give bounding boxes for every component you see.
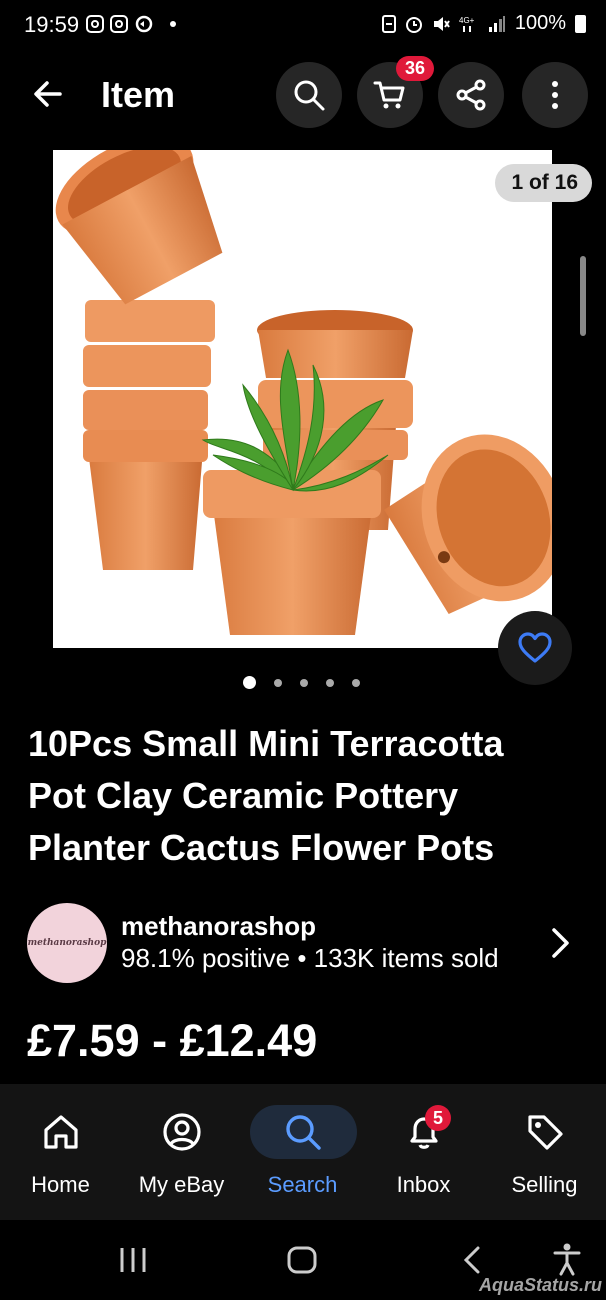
battery-percent: 100% — [514, 12, 566, 34]
seller-stats: 98.1% positive • 133K items sold — [121, 943, 499, 973]
alarm-icon — [405, 16, 422, 33]
back-nav-icon[interactable] — [462, 1245, 482, 1275]
nav-my-ebay[interactable]: My eBay — [121, 1084, 242, 1220]
status-time: 19:59 — [24, 12, 80, 37]
bottom-nav: Home My eBay Search Inbox 5 Selling — [0, 1084, 606, 1220]
home-button-icon[interactable] — [287, 1246, 317, 1274]
system-nav-bar: AquaStatus.ru — [0, 1220, 606, 1300]
battery-icon — [575, 14, 586, 33]
nav-home[interactable]: Home — [0, 1084, 121, 1220]
pagination-dot[interactable] — [243, 676, 256, 689]
seller-logo-text: methanorashop — [27, 938, 107, 948]
product-image[interactable] — [53, 150, 552, 648]
mute-icon — [433, 16, 450, 31]
seller-row[interactable]: methanorashop methanorashop 98.1% positi… — [27, 903, 587, 983]
inbox-badge: 5 — [425, 1105, 451, 1131]
heart-icon — [518, 632, 552, 663]
more-options-button[interactable] — [522, 62, 588, 128]
more-vertical-icon — [552, 81, 558, 109]
back-arrow-icon[interactable] — [30, 76, 66, 112]
signal-icon — [488, 15, 505, 32]
nav-search[interactable]: Search — [242, 1084, 363, 1220]
share-icon — [456, 79, 486, 111]
gallery-pagination — [0, 676, 606, 689]
pagination-dot[interactable] — [352, 678, 360, 687]
product-title: 10Pcs Small Mini Terracotta Pot Clay Cer… — [28, 723, 504, 868]
pagination-dot[interactable] — [300, 678, 308, 687]
search-button[interactable] — [276, 62, 342, 128]
tag-icon — [527, 1115, 563, 1150]
page-title: Item — [101, 74, 176, 115]
nav-selling[interactable]: Selling — [484, 1084, 605, 1220]
recent-apps-icon[interactable] — [118, 1246, 148, 1274]
nav-home-label: Home — [31, 1172, 90, 1197]
user-icon — [162, 1113, 201, 1151]
nav-inbox[interactable]: Inbox — [363, 1084, 484, 1220]
nav-search-label: Search — [267, 1172, 338, 1197]
network-4g-icon: 4G+ — [459, 16, 475, 32]
scroll-indicator — [580, 256, 586, 336]
accessibility-icon[interactable] — [552, 1242, 582, 1276]
nfc-icon — [381, 14, 396, 33]
search-icon — [285, 1115, 321, 1150]
pagination-dot[interactable] — [274, 678, 282, 687]
pagination-dot[interactable] — [326, 678, 334, 687]
watchlist-button[interactable] — [498, 611, 572, 685]
chevron-right-icon — [552, 928, 569, 958]
seller-name: methanorashop — [121, 911, 317, 941]
status-bar: 19:59 4G+ 100% — [0, 0, 606, 52]
nav-my-ebay-label: My eBay — [138, 1172, 225, 1197]
image-counter: 1 of 16 — [495, 164, 592, 202]
price: £7.59 - £12.49 — [27, 1015, 318, 1066]
nav-selling-label: Selling — [511, 1172, 578, 1197]
share-button[interactable] — [438, 62, 504, 128]
instagram-icon — [110, 15, 128, 33]
sync-icon — [135, 15, 153, 33]
notification-dot-icon — [170, 21, 176, 27]
terracotta-pots-illustration — [55, 150, 552, 635]
instagram-icon — [86, 15, 104, 33]
home-icon — [43, 1115, 78, 1149]
seller-avatar: methanorashop — [27, 903, 107, 983]
nav-inbox-label: Inbox — [396, 1172, 451, 1197]
search-icon — [294, 80, 325, 111]
cart-count-badge: 36 — [396, 56, 435, 81]
svg-text:4G+: 4G+ — [459, 16, 475, 25]
cart-icon — [373, 81, 405, 109]
app-bar: Item 36 — [0, 56, 606, 136]
watermark: AquaStatus.ru — [478, 1275, 602, 1295]
